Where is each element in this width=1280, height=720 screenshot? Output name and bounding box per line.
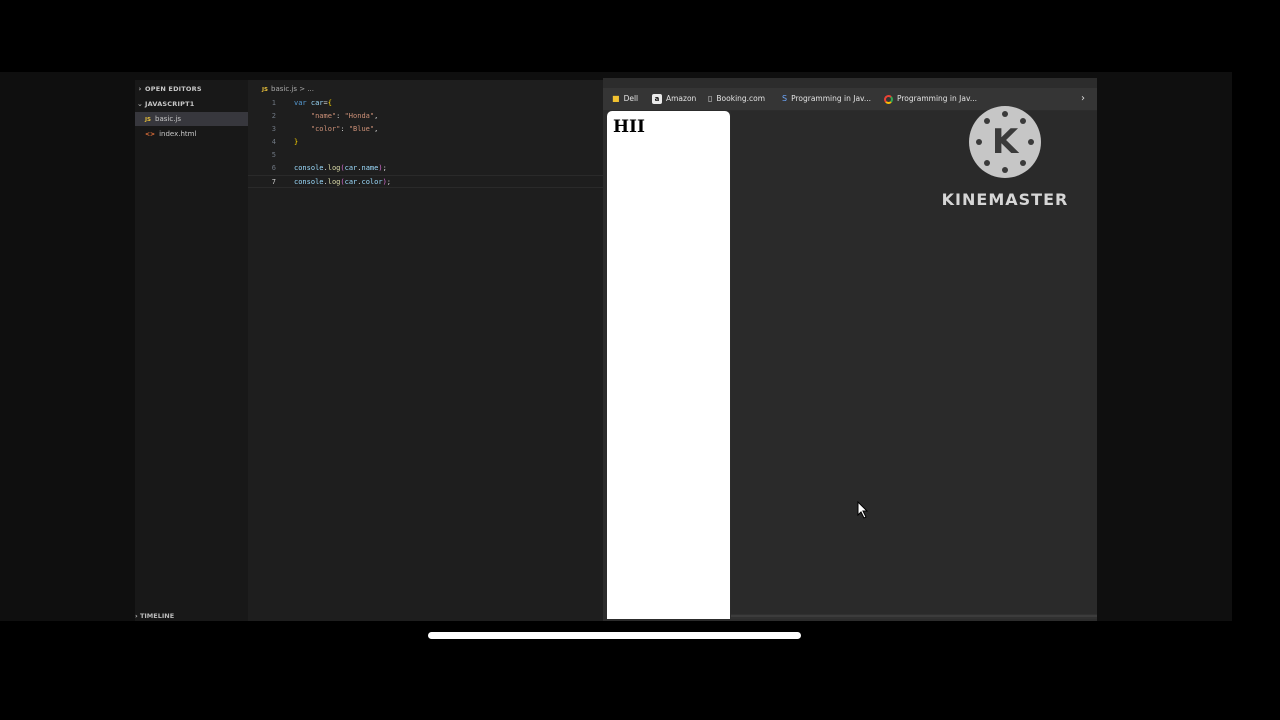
- logo-dot: [1002, 111, 1008, 117]
- line-number: 5: [271, 151, 276, 159]
- line-number: 4: [271, 138, 276, 146]
- open-editors-label: OPEN EDITORS: [145, 85, 202, 93]
- file-name: basic.js: [155, 115, 182, 123]
- bookmark-label: Booking.com: [716, 94, 766, 103]
- logo-dot: [1020, 160, 1026, 166]
- file-name: index.html: [159, 130, 197, 138]
- google-icon: [884, 94, 893, 104]
- logo-dot: [1002, 167, 1008, 173]
- folder-section[interactable]: ⌄ JAVASCRIPT1: [135, 97, 248, 111]
- open-editors-section[interactable]: › OPEN EDITORS: [135, 82, 248, 96]
- page-viewport: HII: [607, 111, 730, 619]
- line-number: 7: [271, 178, 276, 186]
- code-line-current: 7 console.log(car.color);: [248, 175, 605, 188]
- line-number: 3: [271, 125, 276, 133]
- line-number: 2: [271, 112, 276, 120]
- folder-label: JAVASCRIPT1: [145, 100, 195, 108]
- code-line: 3 "color": "Blue",: [248, 123, 605, 136]
- logo-dot: [984, 118, 990, 124]
- chevron-right-icon[interactable]: ›: [1081, 92, 1085, 106]
- explorer-sidebar: › OPEN EDITORS ⌄ JAVASCRIPT1 JS basic.js <>…: [135, 80, 248, 621]
- logo-dot: [1020, 118, 1026, 124]
- bookmark-programming-2[interactable]: Programming in Jav...: [884, 92, 977, 106]
- javascript-file-icon: JS: [145, 117, 152, 123]
- logo-dot: [984, 160, 990, 166]
- line-number: 1: [271, 99, 276, 107]
- line-number: 6: [271, 164, 276, 172]
- bookmark-label: Dell: [623, 94, 639, 103]
- logo-dot: [976, 139, 982, 145]
- bookmark-programming-1[interactable]: S Programming in Jav...: [782, 92, 871, 106]
- page-icon: ▯: [708, 94, 713, 103]
- code-editor[interactable]: 1 var car={ 2 "name": "Honda", 3 "color":…: [248, 97, 605, 188]
- home-indicator[interactable]: [428, 632, 801, 639]
- browser-address-strip: [603, 78, 1097, 88]
- bookmark-label: Amazon: [666, 94, 697, 103]
- kinemaster-watermark-text: KINEMASTER: [941, 190, 1069, 209]
- bookmark-booking[interactable]: ▯ Booking.com: [708, 92, 765, 106]
- code-line: 4}: [248, 136, 605, 149]
- chevron-right-icon: ›: [138, 85, 142, 93]
- logo-dot: [1028, 139, 1034, 145]
- horizontal-scrollbar[interactable]: [731, 614, 1097, 619]
- code-line: 5: [248, 149, 605, 162]
- chevron-down-icon: ⌄: [136, 100, 144, 108]
- file-item-basic-js[interactable]: JS basic.js: [135, 112, 248, 126]
- bookmark-icon: S: [782, 94, 788, 103]
- editor-breadcrumb[interactable]: JS basic.js > ...: [248, 83, 605, 95]
- code-line: 1 var car={: [248, 97, 605, 110]
- html-file-icon: <>: [145, 131, 156, 138]
- scrollbar-thumb[interactable]: [731, 615, 1097, 617]
- timeline-section[interactable]: › TIMELINE: [135, 612, 174, 620]
- mouse-pointer-icon: [857, 501, 869, 519]
- timeline-label: TIMELINE: [139, 612, 175, 620]
- bookmark-amazon[interactable]: a Amazon: [652, 92, 696, 106]
- kinemaster-logo-icon: K: [969, 106, 1041, 178]
- bookmark-dell[interactable]: ■ Dell: [612, 92, 638, 106]
- javascript-file-icon: JS: [262, 87, 269, 93]
- page-heading: HII: [613, 117, 645, 137]
- folder-icon: ■: [612, 94, 620, 103]
- bookmark-label: Programming in Jav...: [791, 94, 872, 103]
- file-item-index-html[interactable]: <> index.html: [135, 127, 248, 141]
- breadcrumb-text: basic.js > ...: [271, 85, 314, 93]
- code-line: 2 "name": "Honda",: [248, 110, 605, 123]
- code-line: 6 console.log(car.name);: [248, 162, 605, 175]
- bookmark-label: Programming in Jav...: [897, 94, 977, 103]
- amazon-icon: a: [652, 94, 662, 104]
- devtools-panel: [731, 111, 1097, 614]
